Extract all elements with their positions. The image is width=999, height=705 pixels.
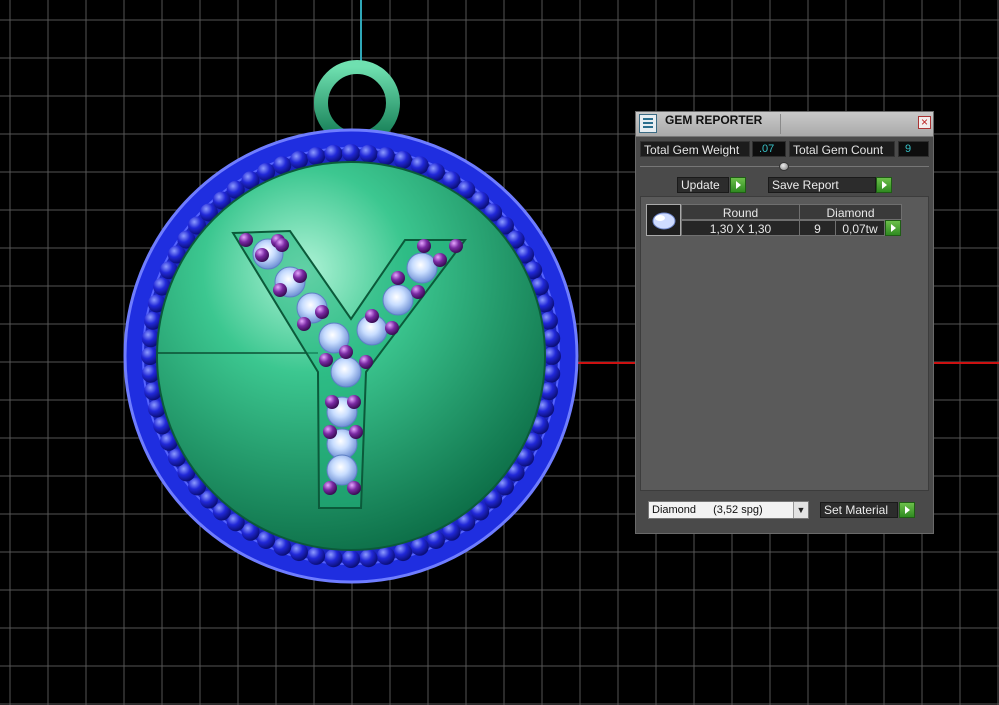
prong [411,285,425,299]
prong [417,239,431,253]
pendant-model [123,60,579,584]
prong [323,481,337,495]
total-gem-weight-label: Total Gem Weight [640,141,750,157]
save-report-button[interactable]: Save Report [768,177,876,193]
material-select[interactable]: Diamond (3,52 spg) ▼ [648,501,809,519]
bead [307,546,326,565]
bead [359,549,378,568]
material-select-gravity: (3,52 spg) [713,504,763,516]
prong [391,271,405,285]
prong [273,283,287,297]
prong [325,395,339,409]
panel-title: GEM REPORTER [665,113,763,127]
bead [324,144,343,163]
prong [319,353,333,367]
bead [376,147,395,166]
prong [349,425,363,439]
prong [433,253,447,267]
gem-stone [382,284,414,316]
prong [347,481,361,495]
splitter-knob-icon[interactable] [779,162,789,171]
gem-size-cell: 1,30 X 1,30 [681,220,800,236]
gem-weight-cell: 0,07tw [835,220,885,236]
prong [275,238,289,252]
total-gem-weight-value: .07 [752,141,786,157]
save-report-go-icon[interactable] [876,177,892,193]
total-gem-count-label: Total Gem Count [789,141,895,157]
chevron-down-icon[interactable]: ▼ [793,502,808,518]
prong [315,305,329,319]
gem-stone [326,454,358,486]
bead [394,150,413,169]
gem-list [640,196,929,491]
bead [324,549,343,568]
bead [289,150,308,169]
prong [323,425,337,439]
titlebar-separator [780,114,781,134]
gem-material-header: Diamond [799,204,902,220]
prong [297,317,311,331]
bail-ring [314,60,400,146]
bead [342,144,360,162]
gem-count-cell: 9 [799,220,836,236]
set-material-button[interactable]: Set Material [820,502,898,518]
bead [394,543,413,562]
total-gem-count-value: 9 [898,141,929,157]
prong [239,233,253,247]
set-material-go-icon[interactable] [899,502,915,518]
prong [449,239,463,253]
bead [342,550,360,568]
prong [339,345,353,359]
close-icon[interactable]: × [918,116,931,129]
panel-titlebar[interactable]: GEM REPORTER × [636,112,933,137]
material-select-name: Diamond [652,504,697,516]
gem-shape-header: Round [681,204,800,220]
update-go-icon[interactable] [730,177,746,193]
bead [359,144,378,163]
prong [293,269,307,283]
prong [359,355,373,369]
prong [365,309,379,323]
gem-stone [330,356,362,388]
update-button[interactable]: Update [677,177,729,193]
gem-reporter-icon [639,114,657,133]
gem-stone [406,252,438,284]
gem-reporter-panel: GEM REPORTER × Total Gem Weight .07 Tota… [635,111,934,534]
diamond-thumbnail-icon[interactable] [646,204,681,236]
prong [347,395,361,409]
prong [385,321,399,335]
bead [376,546,395,565]
gem-row-go-icon[interactable] [885,220,901,236]
bead [307,147,326,166]
bead [289,543,308,562]
prong [255,248,269,262]
